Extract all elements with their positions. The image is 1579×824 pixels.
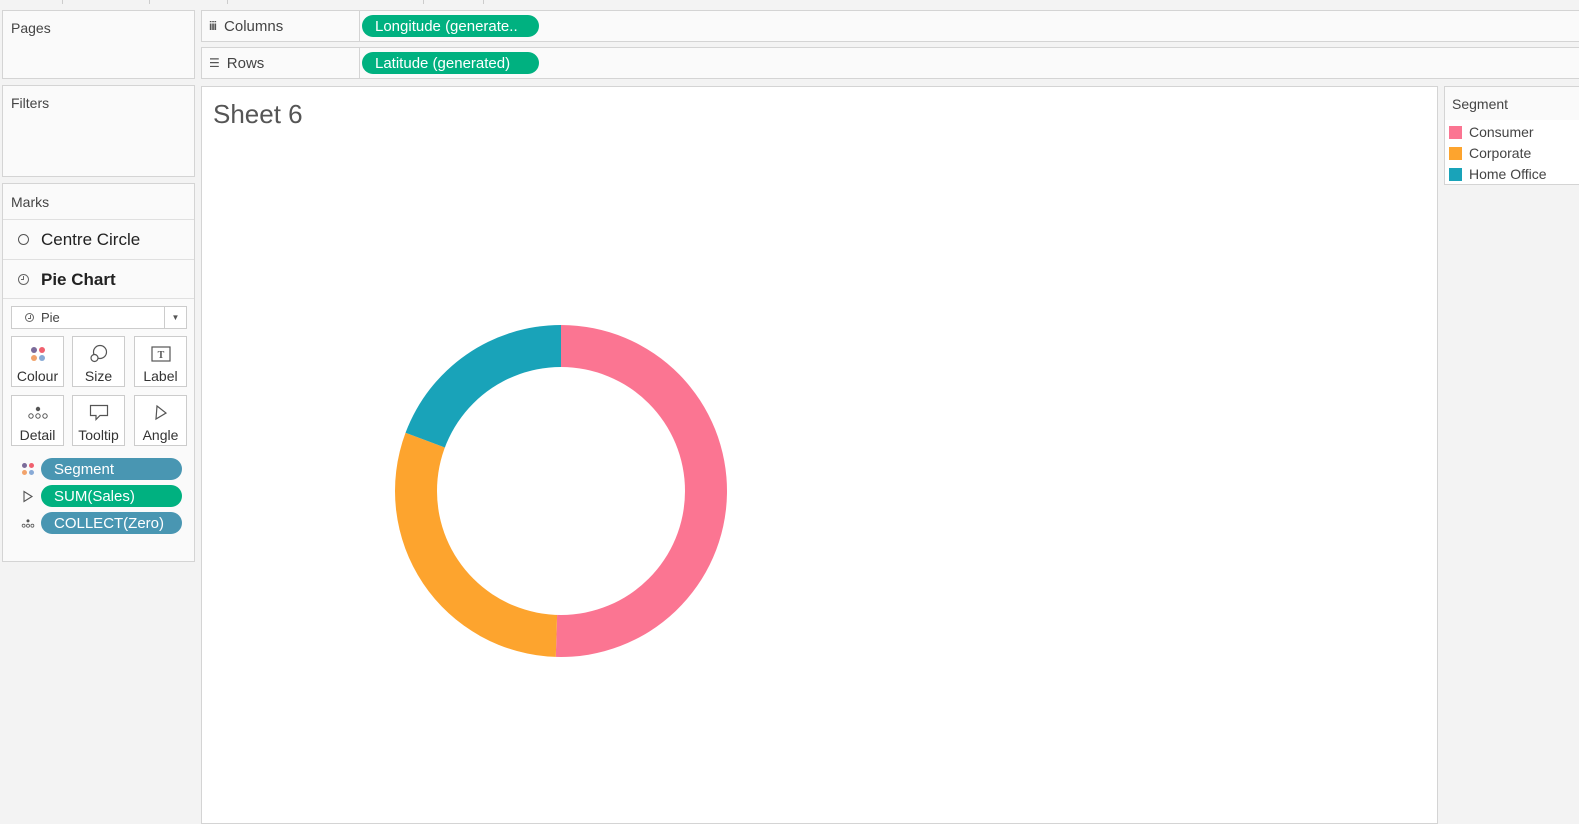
legend-swatch [1449, 167, 1462, 181]
legend-swatch [1449, 146, 1462, 160]
divider [149, 0, 150, 4]
tooltip-icon [89, 400, 109, 426]
angle-icon [153, 400, 169, 426]
angle-icon [21, 489, 35, 503]
latitude-pill[interactable]: Latitude (generated) [362, 52, 539, 74]
rows-shelf[interactable]: ☰ Rows Latitude (generated) [201, 47, 1579, 79]
rows-label: Rows [226, 54, 265, 72]
size-label: Size [84, 368, 113, 384]
legend-title: Segment [1452, 96, 1509, 112]
mark-type-dropdown[interactable]: Pie ▼ [11, 306, 187, 329]
size-button[interactable]: Size [72, 336, 125, 387]
columns-shelf-label: iii Columns [202, 11, 360, 41]
filters-shelf[interactable]: Filters [2, 85, 195, 177]
marks-field-collect-zero: COLLECT(Zero) [3, 511, 194, 535]
marks-title: Marks [11, 194, 50, 210]
legend-item-corporate[interactable]: Corporate [1449, 144, 1531, 162]
tooltip-button[interactable]: Tooltip [72, 395, 125, 446]
marks-field-segment: Segment [3, 457, 194, 481]
colour-button[interactable]: Colour [11, 336, 64, 387]
divider [227, 0, 228, 4]
sheet-view[interactable]: Sheet 6 [201, 86, 1438, 824]
rows-shelf-label: ☰ Rows [202, 48, 360, 78]
columns-icon: iii [209, 19, 217, 33]
colour-label: Colour [16, 368, 59, 384]
marks-layer-label: Centre Circle [41, 229, 141, 249]
size-icon [89, 341, 109, 367]
marks-layer-pie-chart[interactable]: Pie Chart [3, 259, 194, 299]
pages-title: Pages [11, 20, 51, 36]
chevron-down-icon[interactable]: ▼ [164, 307, 186, 328]
donut-chart [395, 325, 728, 657]
colour-icon [21, 462, 35, 476]
pie-icon [17, 274, 29, 286]
label-label: Label [143, 368, 178, 384]
top-strip [0, 0, 1579, 4]
circle-icon [17, 234, 29, 246]
marks-layer-label: Pie Chart [41, 269, 116, 289]
detail-icon [27, 400, 49, 426]
columns-label: Columns [224, 17, 284, 35]
legend-swatch [1449, 125, 1462, 139]
svg-text:T: T [157, 350, 164, 361]
divider [3, 298, 194, 299]
label-icon: T [150, 341, 171, 367]
divider [423, 0, 424, 4]
detail-label: Detail [19, 427, 56, 443]
columns-shelf[interactable]: iii Columns Longitude (generate.. [201, 10, 1579, 42]
centre-circle [437, 367, 685, 615]
legend-label: Corporate [1469, 145, 1532, 161]
sum-sales-pill[interactable]: SUM(Sales) [41, 485, 182, 507]
legend-item-home-office[interactable]: Home Office [1449, 165, 1547, 183]
divider [483, 0, 484, 4]
mark-type-value: Pie [41, 310, 60, 325]
legend-item-consumer[interactable]: Consumer [1449, 123, 1534, 141]
detail-icon [21, 516, 35, 530]
marks-card: Marks Centre Circle Pie Chart Pie ▼ Colo… [2, 183, 195, 562]
rows-icon: ☰ [209, 56, 220, 70]
colour-icon [30, 341, 45, 367]
filters-title: Filters [11, 95, 50, 111]
divider [62, 0, 63, 4]
marks-layer-centre-circle[interactable]: Centre Circle [3, 219, 194, 259]
segment-legend: Segment Consumer Corporate Home Office [1444, 86, 1579, 185]
angle-button[interactable]: Angle [134, 395, 187, 446]
legend-label: Home Office [1469, 166, 1547, 182]
label-button[interactable]: T Label [134, 336, 187, 387]
detail-button[interactable]: Detail [11, 395, 64, 446]
angle-label: Angle [142, 427, 179, 443]
legend-body: Consumer Corporate Home Office [1445, 120, 1579, 184]
tooltip-label: Tooltip [78, 427, 119, 443]
longitude-pill[interactable]: Longitude (generate.. [362, 15, 539, 37]
segment-pill[interactable]: Segment [41, 458, 182, 480]
collect-zero-pill[interactable]: COLLECT(Zero) [41, 512, 182, 534]
pie-icon [25, 313, 34, 322]
legend-label: Consumer [1469, 124, 1534, 140]
marks-field-sum-sales: SUM(Sales) [3, 484, 194, 508]
pages-shelf[interactable]: Pages [2, 10, 195, 79]
